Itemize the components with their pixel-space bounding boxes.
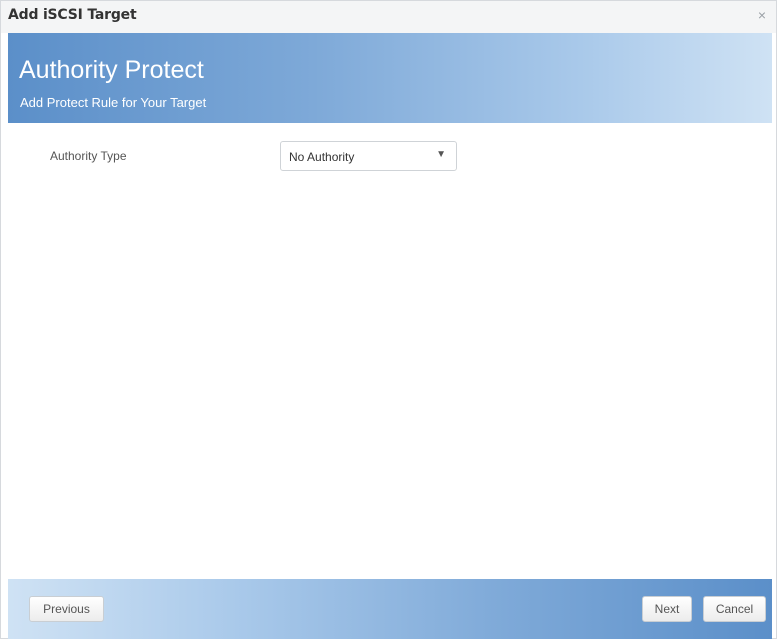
authority-type-selected-value: No Authority	[289, 150, 355, 164]
cancel-button[interactable]: Cancel	[703, 596, 766, 622]
authority-type-label: Authority Type	[50, 149, 127, 163]
dialog-title: Add iSCSI Target	[8, 7, 137, 23]
authority-type-select[interactable]: No Authority ▼	[280, 141, 457, 171]
dialog-content: Authority Type No Authority ▼	[8, 123, 772, 579]
step-banner: Authority Protect Add Protect Rule for Y…	[8, 33, 772, 123]
previous-button[interactable]: Previous	[29, 596, 104, 622]
add-iscsi-target-dialog: Add iSCSI Target × Authority Protect Add…	[0, 0, 777, 639]
next-button[interactable]: Next	[642, 596, 692, 622]
close-icon[interactable]: ×	[754, 7, 770, 23]
chevron-down-icon: ▼	[436, 149, 446, 160]
dialog-footer: Previous Next Cancel	[8, 579, 772, 639]
banner-title: Authority Protect	[19, 56, 204, 84]
dialog-titlebar: Add iSCSI Target ×	[1, 1, 776, 33]
banner-subtitle: Add Protect Rule for Your Target	[20, 95, 207, 110]
